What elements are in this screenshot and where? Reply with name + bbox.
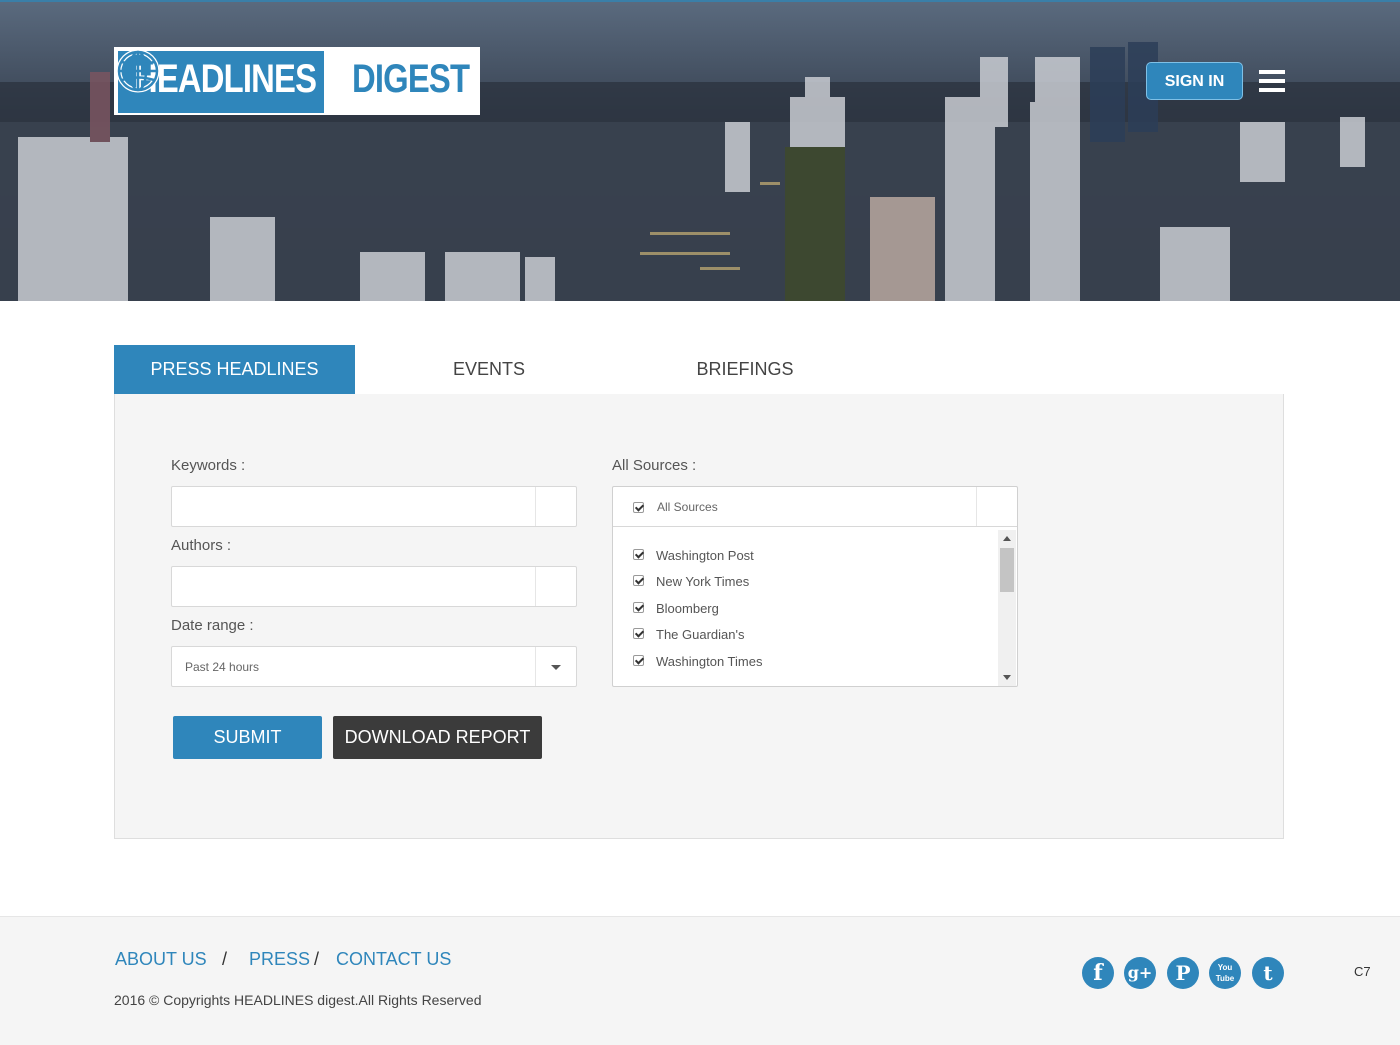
source-label: New York Times bbox=[656, 574, 750, 589]
source-item-washington-post[interactable]: Washington Post bbox=[613, 545, 993, 567]
date-range-value: Past 24 hours bbox=[185, 660, 260, 674]
keywords-field-wrapper bbox=[171, 486, 577, 527]
logo-text-digest: DIGEST bbox=[352, 57, 470, 101]
copyright-text: 2016 © Copyrights HEADLINES digest.All R… bbox=[114, 992, 482, 1008]
source-item-bloomberg[interactable]: Bloomberg bbox=[613, 598, 993, 620]
youtube-icon[interactable]: You Tube bbox=[1209, 957, 1241, 989]
sources-multiselect: All Sources Washington Post New York Tim… bbox=[612, 486, 1018, 687]
scroll-down-arrow-icon[interactable] bbox=[1003, 675, 1011, 680]
authors-label: Authors : bbox=[171, 537, 232, 554]
tab-press-headlines[interactable]: PRESS HEADLINES bbox=[114, 345, 355, 394]
chevron-down-icon bbox=[551, 665, 561, 670]
authors-input[interactable] bbox=[172, 567, 536, 606]
pinterest-icon[interactable]: P bbox=[1167, 957, 1199, 989]
tab-briefings[interactable]: BRIEFINGS bbox=[670, 345, 820, 394]
corner-code: C7 bbox=[1354, 964, 1371, 979]
source-checkbox[interactable] bbox=[633, 628, 644, 639]
source-label: The Guardian's bbox=[656, 627, 745, 642]
submit-button[interactable]: SUBMIT bbox=[173, 716, 322, 759]
hamburger-menu-icon[interactable] bbox=[1259, 70, 1285, 94]
youtube-glyph: You Tube bbox=[1215, 963, 1235, 983]
site-logo[interactable]: HEADLINES DIGEST bbox=[114, 47, 480, 115]
date-range-label: Date range : bbox=[171, 617, 254, 634]
sign-in-button[interactable]: SIGN IN bbox=[1146, 62, 1243, 100]
pinterest-glyph: P bbox=[1175, 961, 1191, 985]
source-label: Bloomberg bbox=[656, 601, 719, 616]
google-plus-icon[interactable]: g+ bbox=[1124, 957, 1156, 989]
facebook-glyph: f bbox=[1093, 960, 1103, 986]
source-label: Washington Times bbox=[656, 654, 763, 669]
source-checkbox[interactable] bbox=[633, 549, 644, 560]
facebook-icon[interactable]: f bbox=[1082, 957, 1114, 989]
source-item-the-guardians[interactable]: The Guardian's bbox=[613, 624, 993, 646]
tab-events[interactable]: EVENTS bbox=[414, 345, 564, 394]
keywords-input[interactable] bbox=[172, 487, 536, 526]
google-plus-glyph: g+ bbox=[1127, 963, 1153, 982]
keywords-label: Keywords : bbox=[171, 457, 246, 474]
footer-link-press[interactable]: PRESS bbox=[249, 949, 310, 970]
logo-text-headlines: HEADLINES bbox=[134, 57, 317, 101]
footer-link-about-us[interactable]: ABOUT US bbox=[115, 949, 207, 970]
hero-banner: HEADLINES DIGEST SIGN IN bbox=[0, 0, 1400, 301]
source-item-washington-times[interactable]: Washington Times bbox=[613, 651, 993, 673]
twitter-icon[interactable]: t bbox=[1252, 957, 1284, 989]
sources-scrollbar[interactable] bbox=[998, 530, 1016, 686]
footer-link-contact-us[interactable]: CONTACT US bbox=[336, 949, 451, 970]
source-checkbox[interactable] bbox=[633, 655, 644, 666]
tab-bar: PRESS HEADLINES EVENTS BRIEFINGS bbox=[114, 345, 1284, 395]
footer-separator: / bbox=[314, 949, 320, 969]
scrollbar-thumb[interactable] bbox=[1000, 548, 1014, 592]
source-checkbox[interactable] bbox=[633, 575, 644, 586]
date-range-select[interactable]: Past 24 hours bbox=[171, 646, 577, 687]
select-all-sources-row[interactable]: All Sources bbox=[613, 487, 1017, 527]
footer-separator: / bbox=[222, 949, 228, 969]
all-sources-checkbox[interactable] bbox=[633, 502, 644, 513]
source-checkbox[interactable] bbox=[633, 602, 644, 613]
globe-icon bbox=[116, 49, 160, 93]
page-footer: ABOUT US / PRESS / CONTACT US 2016 © Cop… bbox=[0, 916, 1400, 1045]
download-report-button[interactable]: DOWNLOAD REPORT bbox=[333, 716, 542, 759]
all-sources-option-label: All Sources bbox=[657, 500, 718, 514]
all-sources-label: All Sources : bbox=[612, 457, 697, 474]
scroll-up-arrow-icon[interactable] bbox=[1003, 536, 1011, 541]
source-item-new-york-times[interactable]: New York Times bbox=[613, 571, 993, 593]
search-panel: Keywords : Authors : Date range : Past 2… bbox=[114, 394, 1284, 839]
authors-field-wrapper bbox=[171, 566, 577, 607]
twitter-glyph: t bbox=[1263, 961, 1273, 985]
source-label: Washington Post bbox=[656, 548, 754, 563]
